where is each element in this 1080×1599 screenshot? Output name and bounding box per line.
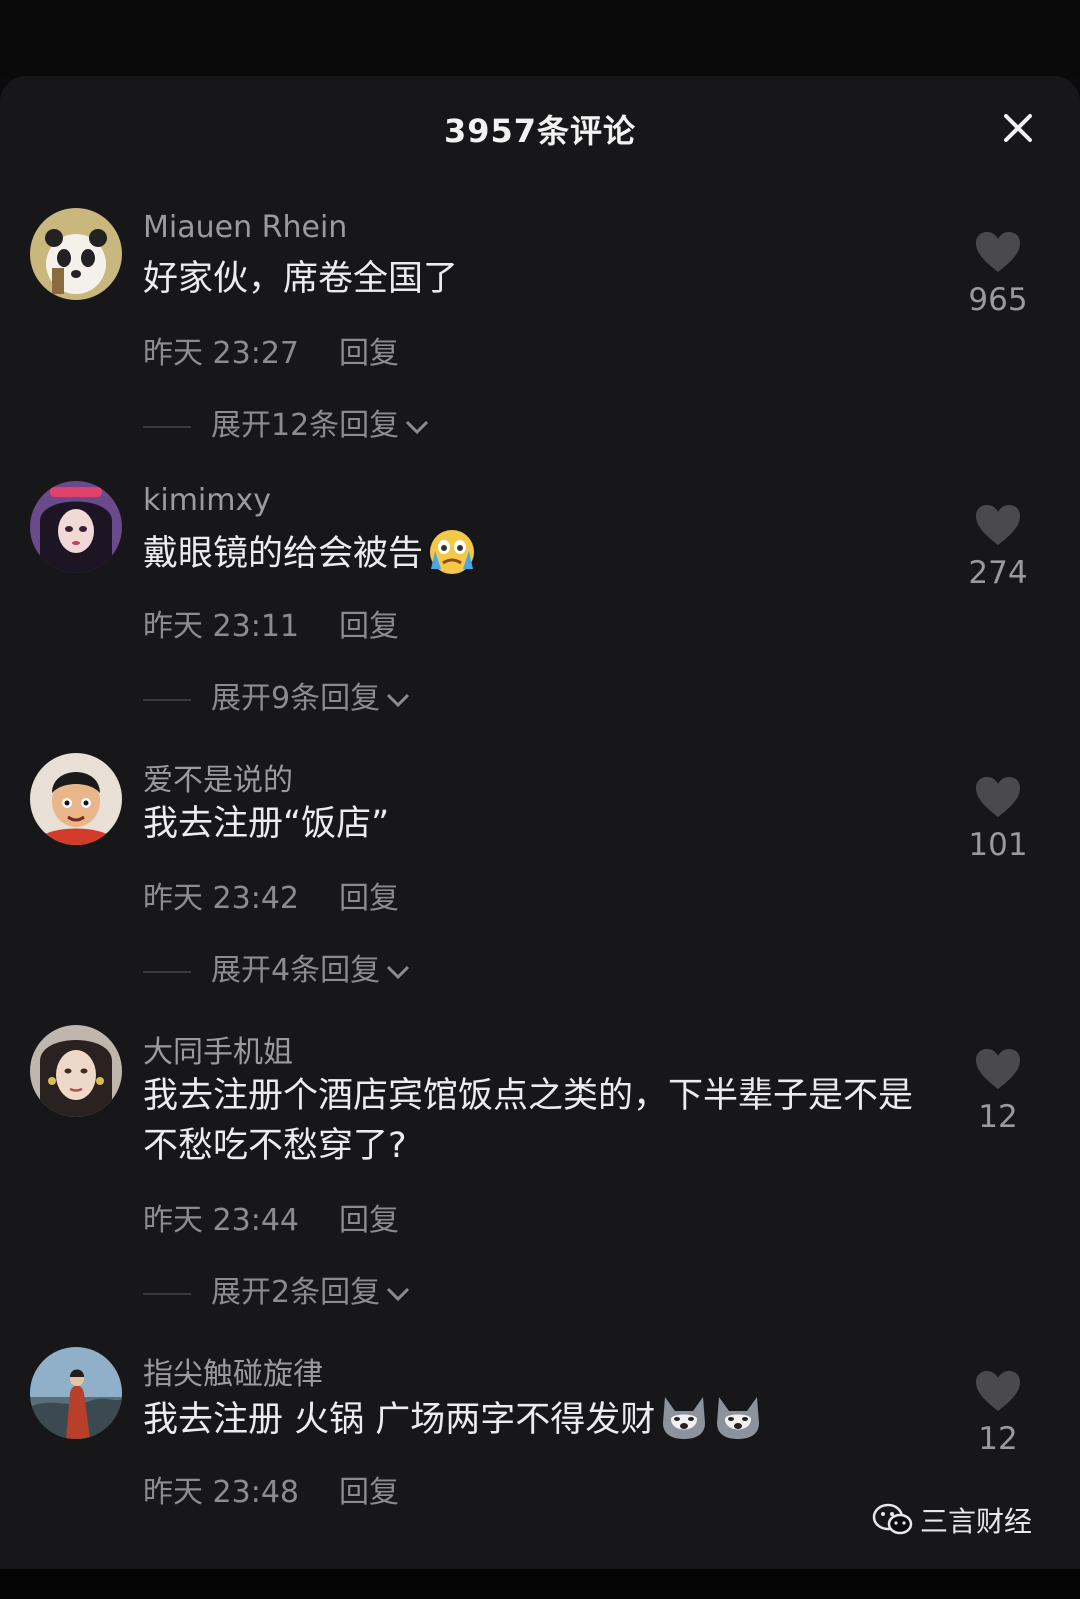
avatar[interactable] [30,481,122,573]
chevron-down-icon [406,420,429,434]
comment-text-body: 我去注册 火锅 广场两字不得发财 [143,1400,656,1440]
comment-meta: 昨天 23:44 回复 [143,1195,399,1239]
divider [143,970,191,973]
close-icon [1004,114,1032,142]
like-button[interactable]: 274 [958,503,1038,591]
expand-label: 展开12条回复 [211,408,400,443]
expand-replies-button[interactable]: 展开12条回复 [143,400,431,444]
heart-icon [976,1371,1020,1411]
watermark-label: 三言财经 [920,1505,1033,1538]
username[interactable]: 指尖触碰旋律 [143,1349,323,1393]
chevron-down-icon [387,693,410,707]
comment-meta: 昨天 23:48 回复 [143,1467,399,1511]
expand-replies-button[interactable]: 展开4条回复 [143,945,412,989]
heart-icon [976,1049,1020,1089]
comment-meta: 昨天 23:11 回复 [143,601,399,645]
comment-text: 我去注册“饭店” [143,804,390,844]
avatar[interactable] [30,753,122,845]
husky-emoji [663,1397,706,1439]
divider [143,425,191,428]
divider [143,698,191,701]
like-count: 12 [978,1099,1018,1135]
timestamp: 昨天 23:27 [143,336,299,371]
reply-button[interactable]: 回复 [339,601,399,645]
comment-text: 我去注册个酒店宾馆饭点之类的，下半辈子是不是不愁吃不愁穿了? [143,1076,914,1166]
like-count: 101 [968,827,1028,863]
watermark: 三言财经 [872,1500,1032,1544]
husky-emoji [717,1397,760,1439]
comment-meta: 昨天 23:27 回复 [143,328,399,372]
sheet-header: 3957条评论 [0,76,1080,176]
username[interactable]: Miauen Rhein [143,210,347,245]
crying-face-emoji [430,530,475,574]
expand-label: 展开4条回复 [211,953,381,988]
bottom-edge [0,1569,1080,1599]
comment-meta: 昨天 23:42 回复 [143,873,399,917]
timestamp: 昨天 23:48 [143,1475,299,1510]
comment-text: 我去注册 火锅 广场两字不得发财 [143,1393,933,1445]
username[interactable]: 大同手机姐 [143,1027,293,1071]
comments-sheet: 3957条评论 Miauen Rhein 好家伙，席卷全国了 昨天 23:27 … [0,76,1080,1569]
status-area [0,0,1080,76]
reply-button[interactable]: 回复 [339,873,399,917]
reply-button[interactable]: 回复 [339,1195,399,1239]
username[interactable]: kimimxy [143,483,271,518]
timestamp: 昨天 23:42 [143,881,299,916]
heart-icon [976,505,1020,545]
timestamp: 昨天 23:11 [143,609,299,644]
expand-label: 展开2条回复 [211,1275,381,1310]
avatar[interactable] [30,208,122,300]
comment-text-body: 戴眼镜的给会被告 [143,534,424,574]
close-button[interactable] [998,108,1038,148]
expand-label: 展开9条回复 [211,681,381,716]
like-button[interactable]: 12 [958,1369,1038,1457]
like-count: 965 [968,282,1028,318]
page-title: 3957条评论 [443,112,637,150]
timestamp: 昨天 23:44 [143,1203,299,1238]
like-count: 274 [968,555,1028,591]
like-button[interactable]: 12 [958,1047,1038,1135]
heart-icon [976,232,1020,272]
expand-replies-button[interactable]: 展开9条回复 [143,673,412,717]
avatar[interactable] [30,1025,122,1117]
comment-text: 好家伙，席卷全国了 [143,259,459,299]
reply-button[interactable]: 回复 [339,1467,399,1511]
heart-icon [976,777,1020,817]
reply-button[interactable]: 回复 [339,328,399,372]
username[interactable]: 爱不是说的 [143,755,293,799]
expand-replies-button[interactable]: 展开2条回复 [143,1267,412,1311]
like-count: 12 [978,1421,1018,1457]
avatar[interactable] [30,1347,122,1439]
like-button[interactable]: 101 [958,775,1038,863]
chevron-down-icon [387,965,410,979]
like-button[interactable]: 965 [958,230,1038,318]
comment-text: 戴眼镜的给会被告 [143,527,933,579]
wechat-icon [872,1503,913,1535]
chevron-down-icon [387,1287,410,1301]
divider [143,1292,191,1295]
